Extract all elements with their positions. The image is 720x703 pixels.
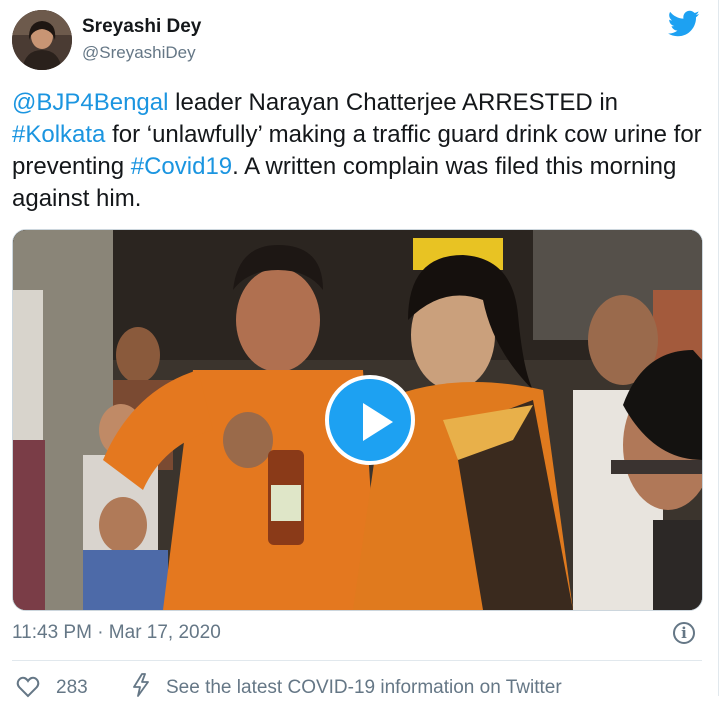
heart-icon[interactable] xyxy=(16,676,40,698)
author-name[interactable]: Sreyashi Dey xyxy=(82,16,201,38)
video-thumbnail[interactable] xyxy=(12,229,703,611)
hashtag-link[interactable]: #Kolkata xyxy=(12,121,105,148)
divider xyxy=(12,660,702,661)
author-handle[interactable]: @SreyashiDey xyxy=(82,43,196,63)
play-icon[interactable] xyxy=(325,375,415,465)
tweet-card: Sreyashi Dey @SreyashiDey @BJP4Bengal le… xyxy=(0,0,719,698)
twitter-bird-icon[interactable] xyxy=(667,10,700,38)
tweet-timestamp[interactable]: 11:43 PM · Mar 17, 2020 xyxy=(12,622,221,644)
tweet-text-segment: leader Narayan Chatterjee ARRESTED in xyxy=(168,89,619,116)
info-icon[interactable]: i xyxy=(673,622,695,644)
lightning-bolt-icon xyxy=(130,673,152,697)
mention-link[interactable]: @BJP4Bengal xyxy=(12,89,168,116)
tweet-text: @BJP4Bengal leader Narayan Chatterjee AR… xyxy=(12,87,702,215)
avatar[interactable] xyxy=(12,10,72,70)
hashtag-link[interactable]: #Covid19 xyxy=(131,153,232,180)
